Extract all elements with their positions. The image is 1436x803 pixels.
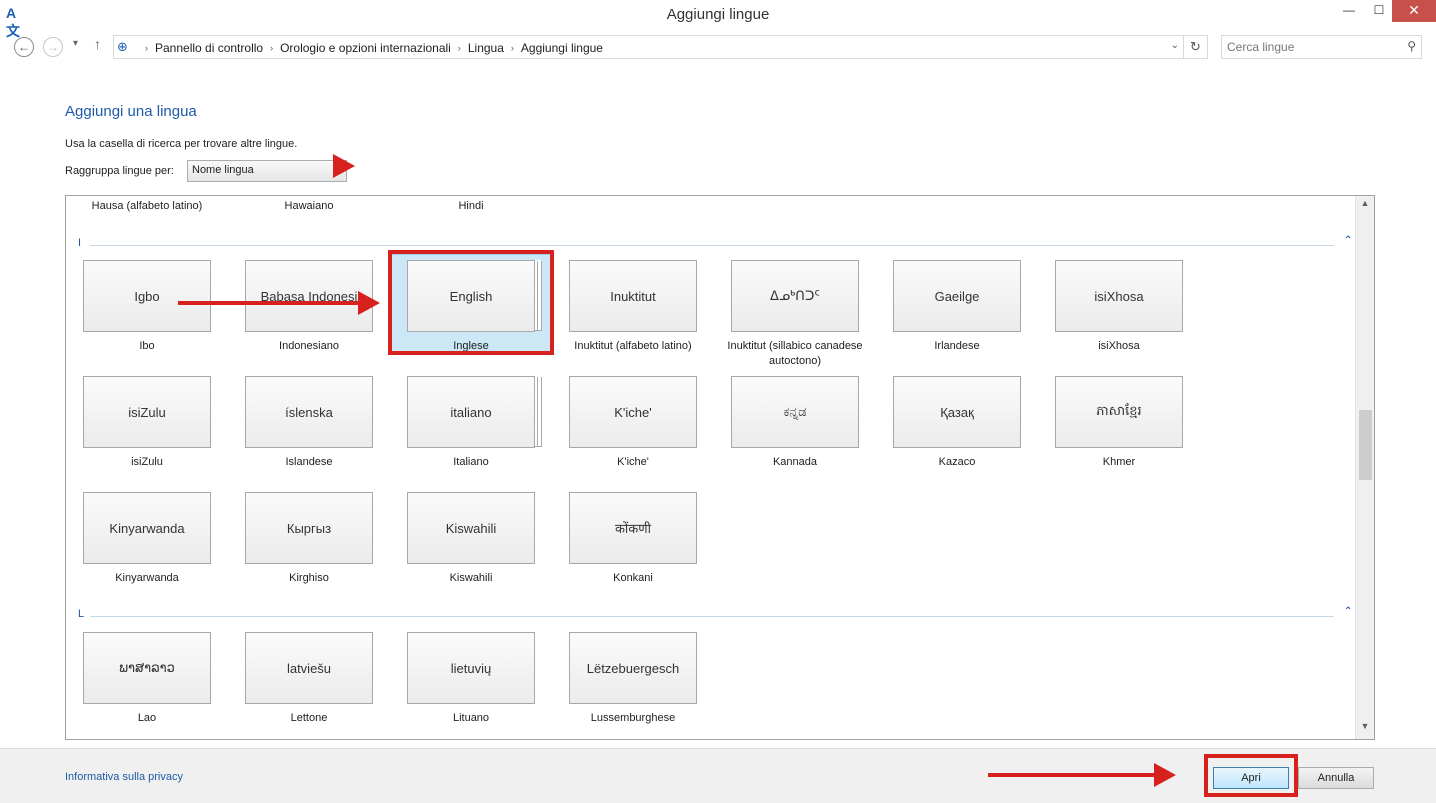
scroll-thumb[interactable]	[1359, 410, 1372, 480]
language-tile-lao[interactable]: ພາສາລາວ	[83, 632, 211, 704]
language-tile-kiswahili[interactable]: Kiswahili	[407, 492, 535, 564]
navigation-bar: ← → ▾ ↑ ⊕ › Pannello di controllo › Orol…	[0, 30, 1436, 64]
address-bar[interactable]: ⊕ › Pannello di controllo › Orologio e o…	[113, 35, 1208, 59]
language-tile-irish[interactable]: Gaeilge	[893, 260, 1021, 332]
language-caption[interactable]: Lussemburghese	[553, 711, 713, 726]
language-tile-indonesian[interactable]: Babasa Indonesi	[245, 260, 373, 332]
annotation-highlight-open	[1204, 754, 1298, 797]
language-caption[interactable]: Ibo	[67, 339, 227, 354]
group-by-value: Nome lingua	[192, 164, 254, 176]
minimize-button[interactable]: —	[1336, 0, 1362, 22]
language-caption[interactable]: Lituano	[391, 711, 551, 726]
list-item-caption[interactable]: Hawaiano	[229, 200, 389, 212]
language-tile-kiche[interactable]: K'iche'	[569, 376, 697, 448]
group-by-label: Raggruppa lingue per:	[65, 165, 174, 177]
language-tile-latvian[interactable]: latviešu	[245, 632, 373, 704]
annotation-arrow-to-open	[988, 763, 1176, 787]
breadcrumb-separator: ›	[145, 43, 148, 53]
breadcrumb-control-panel[interactable]: Pannello di controllo	[155, 41, 263, 55]
instructions-text: Usa la casella di ricerca per trovare al…	[65, 138, 298, 150]
language-caption[interactable]: Khmer	[1039, 455, 1199, 470]
breadcrumb-add-languages[interactable]: Aggiungi lingue	[521, 41, 603, 55]
recent-locations-button[interactable]: ▾	[73, 38, 78, 49]
title-bar: A文 Aggiungi lingue — ☐ ✕	[0, 0, 1436, 39]
language-caption[interactable]: Italiano	[391, 455, 551, 470]
collapse-icon[interactable]: ⌃	[1344, 606, 1352, 617]
maximize-button[interactable]: ☐	[1366, 0, 1392, 22]
language-caption[interactable]: Irlandese	[877, 339, 1037, 354]
language-tile-icelandic[interactable]: íslenska	[245, 376, 373, 448]
language-tile-kannada[interactable]: ಕನ್ನಡ	[731, 376, 859, 448]
list-item-caption[interactable]: Hindi	[391, 200, 551, 212]
window-title: Aggiungi lingue	[666, 6, 770, 23]
language-tile-inuktitut-syllabics[interactable]: ᐃᓄᒃᑎᑐᑦ	[731, 260, 859, 332]
language-caption[interactable]: K'iche'	[553, 455, 713, 470]
up-button[interactable]: ↑	[94, 36, 101, 52]
language-caption[interactable]: Kirghiso	[229, 571, 389, 586]
section-letter: L	[78, 608, 85, 620]
section-divider	[90, 616, 1334, 617]
vertical-scrollbar[interactable]: ▲ ▼	[1355, 196, 1374, 739]
refresh-button[interactable]: ↻	[1183, 36, 1207, 58]
annotation-arrow-to-english	[178, 291, 380, 315]
language-caption[interactable]: Kazaco	[877, 455, 1037, 470]
language-tile-kyrgyz[interactable]: Кыргыз	[245, 492, 373, 564]
language-tile-kazakh[interactable]: Қазақ	[893, 376, 1021, 448]
address-dropdown-icon[interactable]: ⌄	[1171, 40, 1179, 51]
language-caption[interactable]: Konkani	[553, 571, 713, 586]
language-caption[interactable]: Islandese	[229, 455, 389, 470]
language-caption[interactable]: Lao	[67, 711, 227, 726]
section-divider	[90, 245, 1334, 246]
language-tile-kinyarwanda[interactable]: Kinyarwanda	[83, 492, 211, 564]
language-tile-konkani[interactable]: कोंकणी	[569, 492, 697, 564]
scroll-up-button[interactable]: ▲	[1356, 198, 1374, 214]
language-tile-igbo[interactable]: Igbo	[83, 260, 211, 332]
close-button[interactable]: ✕	[1392, 0, 1436, 22]
language-caption[interactable]: Lettone	[229, 711, 389, 726]
language-caption[interactable]: isiXhosa	[1039, 339, 1199, 354]
language-tile-italian[interactable]: italiano	[407, 376, 535, 448]
breadcrumb-clock-region[interactable]: Orologio e opzioni internazionali	[280, 41, 451, 55]
search-input[interactable]	[1227, 37, 1397, 57]
chevron-down-icon: ▾	[332, 154, 356, 178]
breadcrumb-separator[interactable]: ›	[511, 43, 514, 53]
annotation-highlight-english	[388, 250, 554, 355]
language-caption[interactable]: Kiswahili	[391, 571, 551, 586]
language-list: Hausa (alfabeto latino) Hawaiano Hindi I…	[65, 195, 1375, 740]
search-icon[interactable]: ⚲	[1407, 39, 1416, 53]
search-box[interactable]: ⚲	[1221, 35, 1422, 59]
breadcrumb-language[interactable]: Lingua	[468, 41, 504, 55]
language-caption[interactable]: Kannada	[715, 455, 875, 470]
language-caption[interactable]: Inuktitut (alfabeto latino)	[553, 339, 713, 354]
list-item-caption[interactable]: Hausa (alfabeto latino)	[67, 200, 227, 212]
back-button[interactable]: ←	[14, 37, 34, 57]
cancel-button[interactable]: Annulla	[1298, 767, 1374, 789]
language-tile-xhosa[interactable]: isiXhosa	[1055, 260, 1183, 332]
language-tile-inuktitut-latin[interactable]: Inuktitut	[569, 260, 697, 332]
section-letter: I	[78, 237, 82, 249]
breadcrumb: › Pannello di controllo › Orologio e opz…	[138, 41, 603, 55]
language-caption[interactable]: Indonesiano	[229, 339, 389, 354]
forward-button[interactable]: →	[43, 37, 63, 57]
control-panel-icon: ⊕	[117, 39, 128, 54]
breadcrumb-separator[interactable]: ›	[270, 43, 273, 53]
language-tile-luxembourgish[interactable]: Lëtzebuergesch	[569, 632, 697, 704]
group-by-select[interactable]: Nome lingua ▾	[187, 154, 356, 182]
page-title: Aggiungi una lingua	[65, 103, 197, 120]
language-tile-lithuanian[interactable]: lietuvių	[407, 632, 535, 704]
scroll-down-button[interactable]: ▼	[1356, 721, 1374, 737]
language-caption[interactable]: Kinyarwanda	[67, 571, 227, 586]
language-caption[interactable]: Inuktitut (sillabico canadese autoctono)	[715, 339, 875, 369]
language-caption[interactable]: isiZulu	[67, 455, 227, 470]
section-header-i: I ⌃	[78, 235, 1352, 251]
breadcrumb-separator[interactable]: ›	[458, 43, 461, 53]
privacy-link[interactable]: Informativa sulla privacy	[65, 771, 183, 783]
language-tile-zulu[interactable]: isiZulu	[83, 376, 211, 448]
language-tile-khmer[interactable]: ភាសាខ្មែរ	[1055, 376, 1183, 448]
section-header-l: L ⌃	[78, 606, 1352, 622]
collapse-icon[interactable]: ⌃	[1344, 235, 1352, 246]
